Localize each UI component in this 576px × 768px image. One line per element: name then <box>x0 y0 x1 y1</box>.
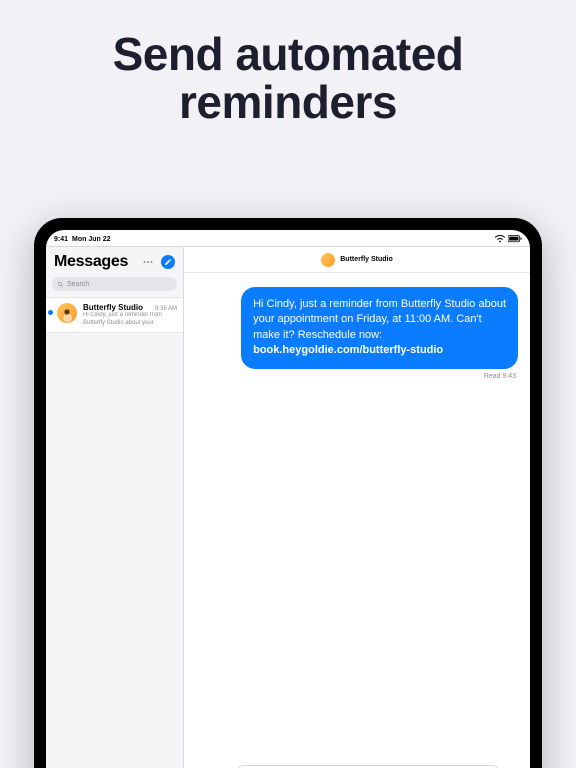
search-icon <box>57 281 64 288</box>
status-date: Mon Jun 22 <box>72 236 111 243</box>
ipad-device-frame: 9:41 Mon Jun 22 Messages <box>34 218 542 768</box>
conversation-name: Butterfly Studio <box>83 303 143 312</box>
message-composer: iMessage <box>184 761 530 768</box>
search-placeholder: Search <box>67 281 89 288</box>
camera-icon[interactable] <box>192 765 208 768</box>
conversation-item[interactable]: Butterfly Studio 9:36 AM Hi Cindy, just … <box>46 297 183 333</box>
more-icon[interactable] <box>141 255 155 269</box>
chat-main: Butterfly Studio Hi Cindy, just a remind… <box>184 247 530 768</box>
marketing-headline: Send automated reminders <box>0 0 576 145</box>
status-bar: 9:41 Mon Jun 22 <box>46 230 530 246</box>
chat-header[interactable]: Butterfly Studio <box>184 247 530 273</box>
avatar <box>321 253 335 267</box>
search-input[interactable]: Search <box>52 277 177 291</box>
message-link[interactable]: book.heygoldie.com/butterfly-studio <box>253 344 443 356</box>
sent-message-bubble[interactable]: Hi Cindy, just a reminder from Butterfly… <box>241 287 518 369</box>
unread-dot-icon <box>48 310 53 315</box>
conversations-sidebar: Messages Search <box>46 247 184 768</box>
battery-icon <box>508 235 522 243</box>
dictate-icon[interactable] <box>506 765 522 768</box>
conversation-preview: Hi Cindy, just a reminder from Butterfly… <box>83 312 177 327</box>
sidebar-title: Messages <box>54 253 128 271</box>
message-text: Hi Cindy, just a reminder from Butterfly… <box>253 298 506 341</box>
compose-button[interactable] <box>161 255 175 269</box>
chat-header-name: Butterfly Studio <box>340 256 393 263</box>
appstore-icon[interactable] <box>214 765 230 768</box>
message-input[interactable]: iMessage <box>236 765 500 768</box>
message-thread[interactable]: Hi Cindy, just a reminder from Butterfly… <box>184 273 530 761</box>
read-receipt: Read 9:43 <box>484 373 518 380</box>
wifi-icon <box>495 235 505 243</box>
status-time: 9:41 <box>54 236 68 243</box>
avatar <box>57 303 77 323</box>
